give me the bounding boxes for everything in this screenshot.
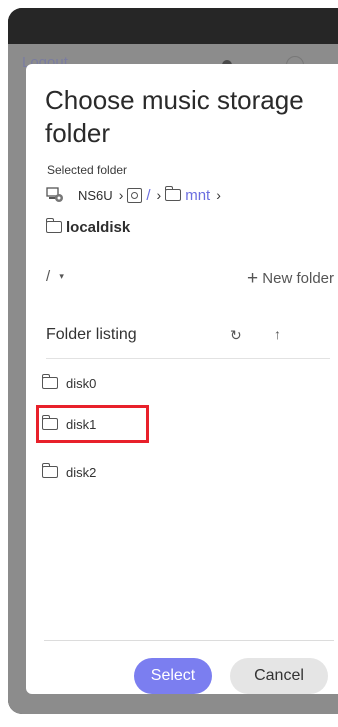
folder-name: disk0 bbox=[66, 375, 97, 391]
breadcrumb-current: localdisk bbox=[66, 218, 131, 236]
refresh-icon[interactable]: ↻ bbox=[230, 327, 242, 344]
new-folder-button[interactable]: + New folder bbox=[247, 268, 334, 290]
caret-down-icon: ▾ bbox=[59, 271, 64, 281]
folder-icon bbox=[41, 463, 58, 478]
chevron-right-icon: › bbox=[118, 187, 124, 203]
folder-icon bbox=[45, 218, 62, 233]
path-menu-label: / bbox=[46, 268, 51, 285]
breadcrumb-device[interactable]: NS6U bbox=[78, 188, 113, 203]
highlight-box bbox=[36, 405, 149, 443]
list-item[interactable]: disk2 bbox=[41, 460, 202, 484]
new-folder-label: New folder bbox=[262, 270, 334, 287]
select-button[interactable]: Select bbox=[134, 658, 212, 694]
folder-icon bbox=[41, 374, 58, 389]
arrow-up-icon[interactable]: ↑ bbox=[274, 326, 281, 342]
dialog-footer-divider bbox=[44, 640, 334, 641]
drive-icon bbox=[127, 187, 143, 203]
chevron-right-icon: › bbox=[216, 187, 221, 203]
status-bar bbox=[8, 8, 338, 44]
plus-icon: + bbox=[247, 268, 259, 289]
folder-listing-header: Folder listing ↻ ↑ bbox=[46, 322, 330, 359]
cancel-button[interactable]: Cancel bbox=[230, 658, 328, 694]
chevron-right-icon: › bbox=[156, 187, 162, 203]
list-item[interactable]: disk0 bbox=[41, 371, 202, 395]
device-icon bbox=[46, 187, 64, 203]
breadcrumb-root[interactable]: / bbox=[146, 187, 150, 204]
folder-name: disk2 bbox=[66, 464, 97, 480]
folder-listing-label: Folder listing bbox=[46, 326, 137, 343]
folder-icon bbox=[164, 186, 182, 201]
breadcrumb: NS6U › / › mnt › localdisk bbox=[45, 184, 336, 238]
breadcrumb-mnt[interactable]: mnt bbox=[185, 187, 210, 204]
selected-folder-label: Selected folder bbox=[47, 163, 128, 177]
folder-dialog: Choose music storage folder Selected fol… bbox=[26, 64, 338, 694]
device-frame: Logout Choose music storage folder Selec… bbox=[8, 8, 338, 714]
dialog-title: Choose music storage folder bbox=[45, 85, 304, 148]
path-menu[interactable]: / ▾ bbox=[46, 268, 64, 285]
folder-toolbar: / ▾ + New folder bbox=[46, 268, 334, 292]
